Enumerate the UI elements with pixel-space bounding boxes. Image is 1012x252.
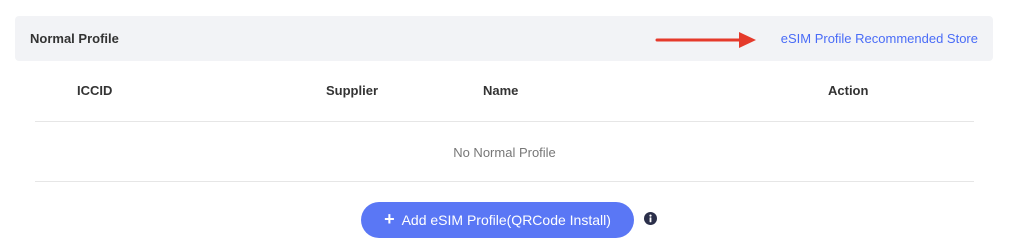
section-header: Normal Profile eSIM Profile Recommended … [15, 16, 993, 61]
plus-icon: + [384, 209, 395, 229]
section-title: Normal Profile [30, 31, 119, 46]
table-bottom-divider [35, 181, 974, 182]
add-esim-profile-button[interactable]: + Add eSIM Profile(QRCode Install) [361, 202, 634, 238]
column-header-name: Name [483, 83, 519, 98]
table-header-divider [35, 121, 974, 122]
column-header-supplier: Supplier [326, 83, 379, 98]
add-esim-profile-label: Add eSIM Profile(QRCode Install) [401, 212, 611, 228]
red-arrow-annotation [655, 32, 756, 48]
column-header-iccid: ICCID [77, 83, 113, 98]
info-icon[interactable] [644, 212, 657, 225]
normal-profile-page: Normal Profile eSIM Profile Recommended … [0, 0, 1012, 252]
empty-table-message: No Normal Profile [453, 145, 556, 160]
column-header-action: Action [828, 83, 869, 98]
recommended-store-link[interactable]: eSIM Profile Recommended Store [781, 31, 978, 47]
